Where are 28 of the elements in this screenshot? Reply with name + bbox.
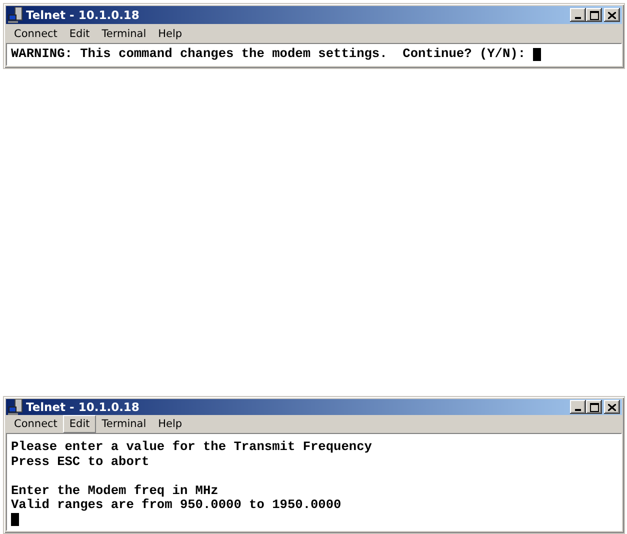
computer-icon (8, 399, 24, 415)
terminal-text: Enter the Modem freq in MHz (11, 484, 218, 498)
terminal-text: WARNING: This command changes the modem settings. Continue? (Y/N): (11, 47, 527, 62)
window-title: Telnet - 10.1.0.18 (26, 400, 140, 414)
menu-item[interactable]: Terminal (96, 415, 152, 433)
maximize-icon (590, 10, 598, 20)
minimize-button[interactable] (570, 400, 586, 414)
close-button[interactable] (604, 400, 620, 414)
terminal-text: Please enter a value for the Transmit Frequency (11, 440, 372, 454)
terminal-text: Valid ranges are from 950.0000 to 1950.0000 (11, 498, 342, 512)
minimize-button[interactable] (570, 8, 586, 22)
close-icon (608, 404, 616, 410)
close-icon (608, 12, 616, 18)
maximize-button[interactable] (586, 8, 602, 22)
close-button[interactable] (604, 8, 620, 22)
menu-item[interactable]: Help (152, 24, 188, 42)
maximize-icon (590, 402, 598, 412)
text-cursor (11, 513, 19, 526)
maximize-button[interactable] (586, 400, 602, 414)
menu-item[interactable]: Edit (63, 415, 96, 433)
menu-item[interactable]: Terminal (96, 24, 152, 42)
terminal-text: Press ESC to abort (11, 454, 150, 469)
window-title: Telnet - 10.1.0.18 (26, 8, 140, 22)
menu-item[interactable]: Connect (8, 24, 64, 42)
menu-item[interactable]: Help (152, 415, 188, 433)
menu-item[interactable]: Edit (63, 24, 96, 42)
menu-item[interactable]: Connect (8, 415, 64, 433)
computer-icon (8, 7, 24, 23)
